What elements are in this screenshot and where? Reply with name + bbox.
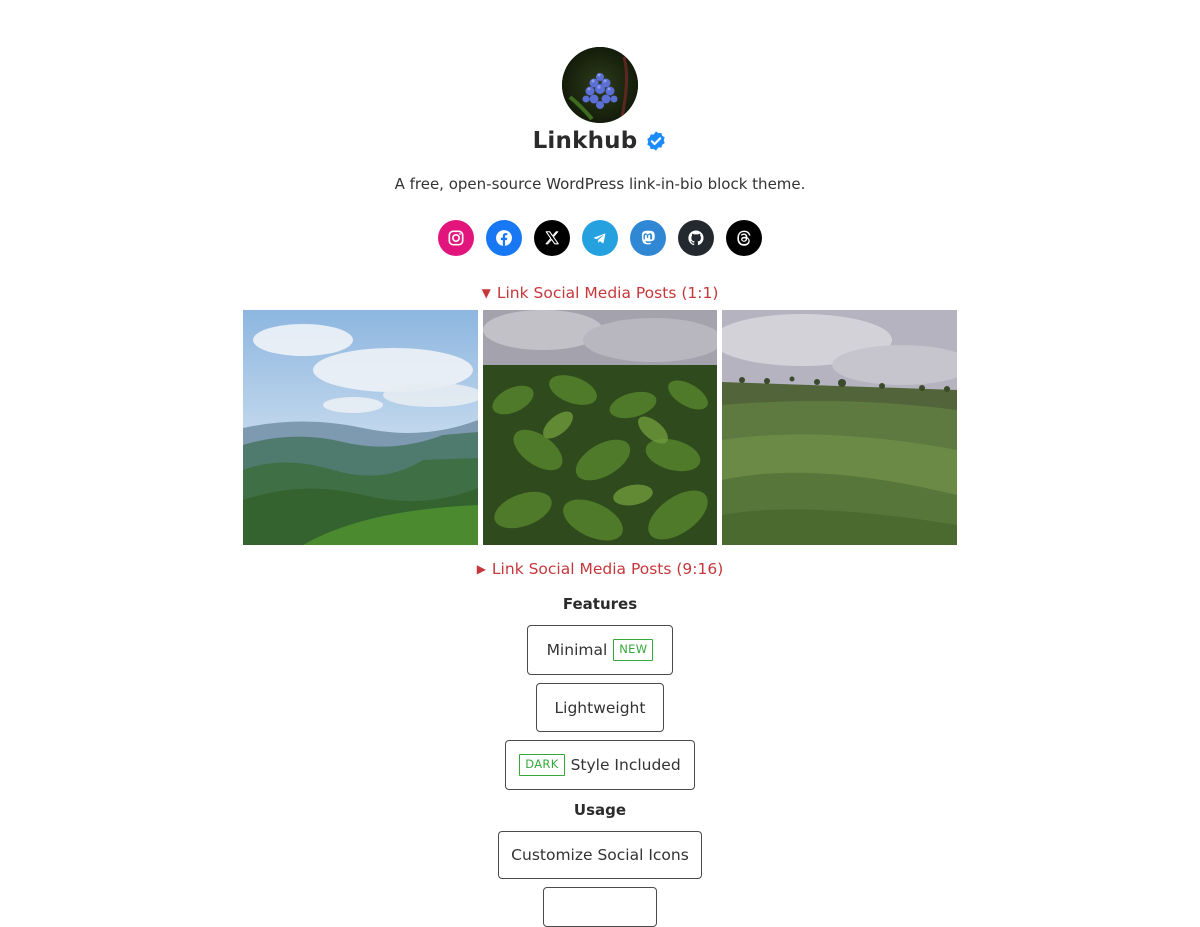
- image-gallery: [243, 310, 958, 545]
- tea-plantation-image: [722, 310, 958, 545]
- facebook-icon: [496, 230, 512, 246]
- feature-label: Style Included: [570, 756, 681, 774]
- new-tag: NEW: [613, 639, 654, 661]
- site-title-row: Linkhub: [0, 128, 1200, 154]
- instagram-icon: [448, 230, 464, 246]
- details-summary-label: Link Social Media Posts (9:16): [491, 560, 724, 578]
- avatar-image: [562, 47, 638, 123]
- mountain-landscape-image: [243, 310, 478, 545]
- expanded-triangle-icon: ▼: [481, 286, 491, 300]
- collapsed-triangle-icon: ▶: [476, 562, 486, 576]
- details-social-posts-square[interactable]: ▼ Link Social Media Posts (1:1): [0, 284, 1200, 302]
- feature-label: Lightweight: [554, 698, 646, 717]
- site-tagline: A free, open-source WordPress link-in-bi…: [394, 175, 806, 193]
- details-social-posts-vertical[interactable]: ▶ Link Social Media Posts (9:16): [0, 560, 1200, 578]
- verified-badge-icon: [647, 131, 666, 151]
- gallery-image-mountains[interactable]: [243, 310, 478, 545]
- github-link[interactable]: [678, 220, 714, 256]
- github-icon: [688, 230, 704, 246]
- details-summary-label: Link Social Media Posts (1:1): [496, 284, 719, 302]
- facebook-link[interactable]: [486, 220, 522, 256]
- dark-tag: DARK: [519, 754, 565, 776]
- threads-icon: [737, 230, 751, 246]
- usage-heading: Usage: [573, 801, 627, 819]
- gallery-image-tea-plantation[interactable]: [722, 310, 958, 545]
- site-title[interactable]: Linkhub: [533, 128, 638, 154]
- x-link[interactable]: [534, 220, 570, 256]
- customize-social-icons-button[interactable]: Customize Social Icons: [498, 831, 702, 879]
- tea-leaves-image: [482, 310, 718, 545]
- features-heading: Features: [562, 595, 638, 613]
- threads-link[interactable]: [726, 220, 762, 256]
- social-icons: [0, 220, 1200, 256]
- usage-item-button[interactable]: [543, 887, 657, 927]
- x-icon: [545, 231, 559, 245]
- feature-lightweight-button[interactable]: Lightweight: [536, 683, 664, 732]
- instagram-link[interactable]: [438, 220, 474, 256]
- gallery-image-tea-leaves[interactable]: [482, 310, 718, 545]
- avatar[interactable]: [562, 47, 638, 123]
- mastodon-link[interactable]: [630, 220, 666, 256]
- feature-label: Minimal: [546, 641, 608, 659]
- mastodon-icon: [641, 230, 655, 245]
- telegram-icon: [593, 233, 606, 244]
- feature-minimal-button[interactable]: Minimal NEW: [527, 625, 673, 675]
- telegram-link[interactable]: [582, 220, 618, 256]
- feature-dark-style-button[interactable]: DARK Style Included: [505, 740, 695, 790]
- usage-label: Customize Social Icons: [511, 846, 689, 864]
